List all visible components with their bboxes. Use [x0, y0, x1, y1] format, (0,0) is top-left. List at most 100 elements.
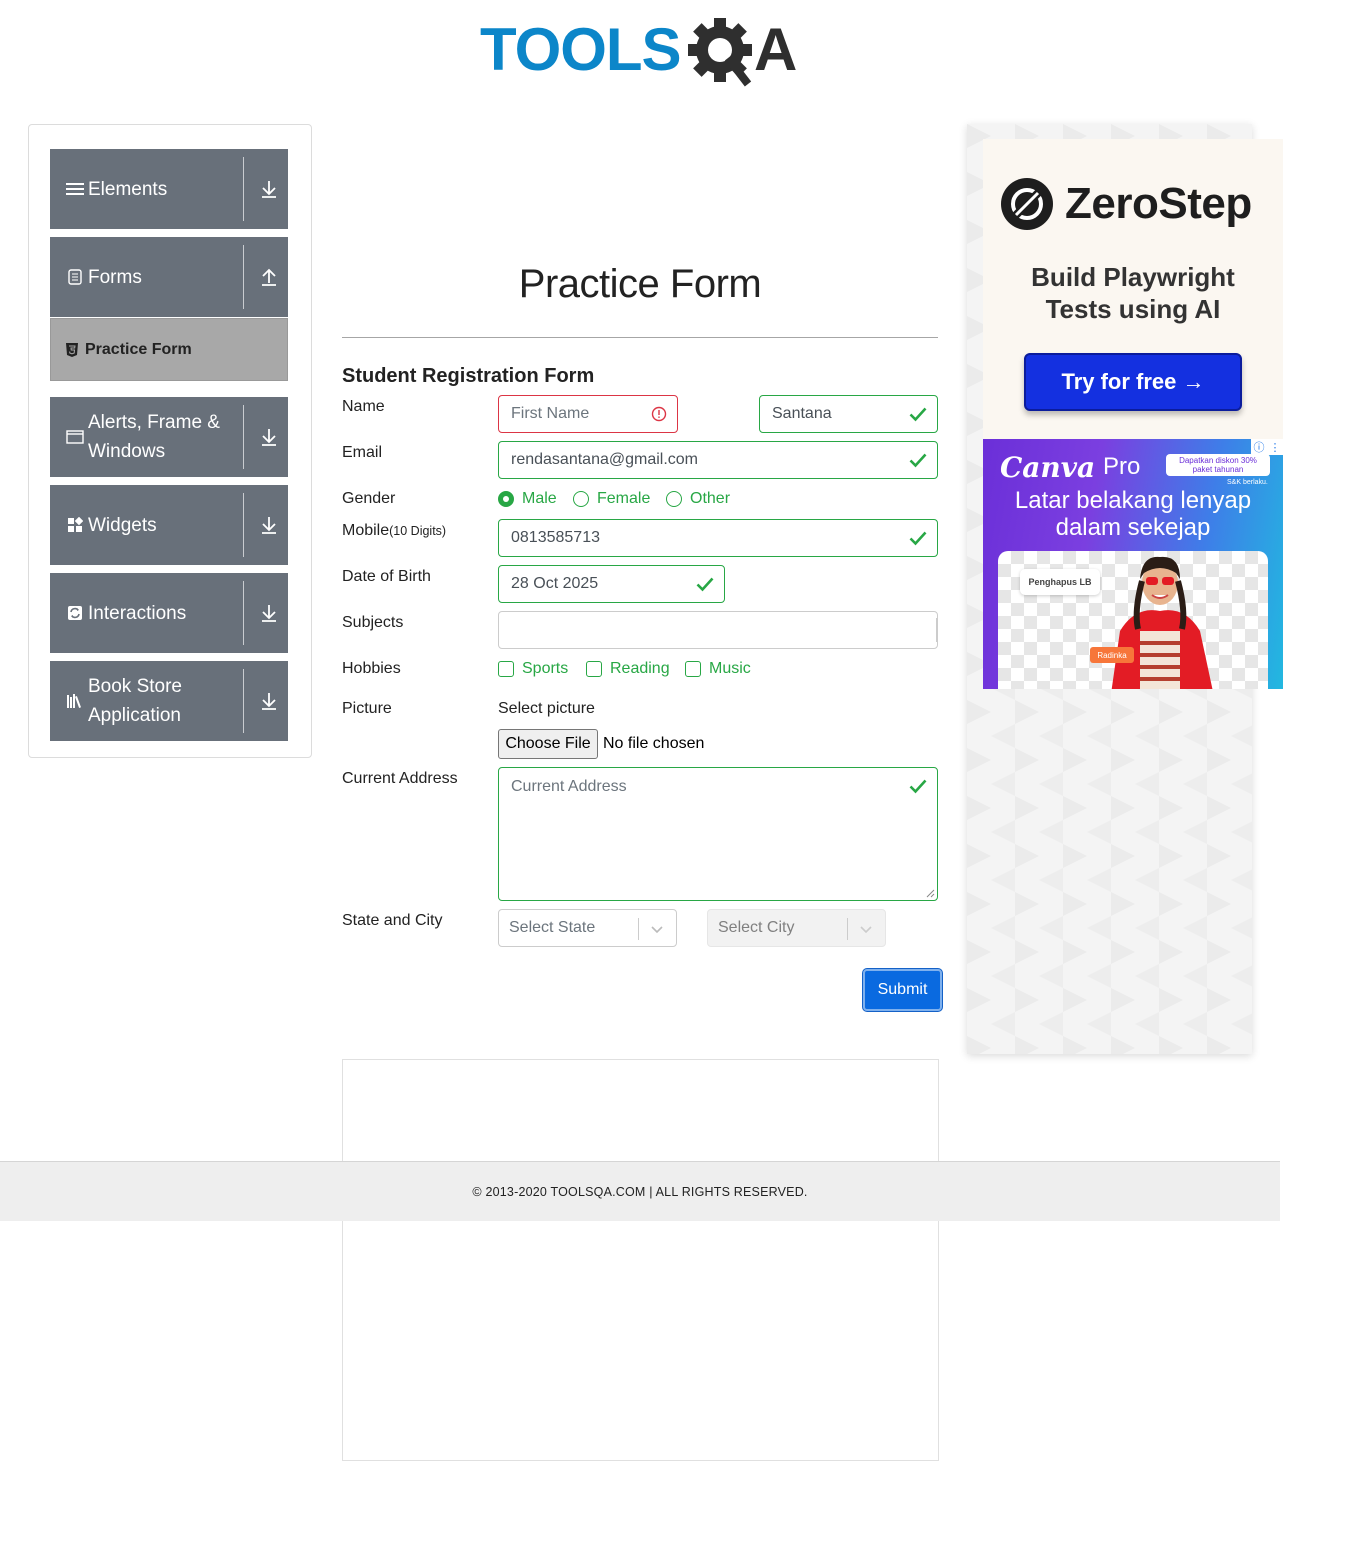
- name-tag: Radinka: [1090, 647, 1134, 663]
- copyright-text: © 2013-2020 TOOLSQA.COM | ALL RIGHTS RES…: [472, 1184, 808, 1199]
- hobby-checkbox-music[interactable]: Music: [685, 660, 751, 678]
- address-placeholder: Current Address: [511, 778, 627, 795]
- chevron-down-icon[interactable]: [650, 923, 664, 935]
- ad-choices[interactable]: ⓘ ⋮: [1251, 439, 1283, 455]
- submit-button[interactable]: Submit: [863, 969, 942, 1011]
- books-icon: [66, 692, 84, 710]
- checkbox[interactable]: [685, 661, 701, 677]
- logo-text-a: A: [754, 16, 797, 83]
- dob-label: Date of Birth: [342, 568, 431, 585]
- sidebar-group-widgets[interactable]: Widgets: [50, 485, 288, 565]
- check-icon: [909, 407, 927, 422]
- sidebar-group-label: Widgets: [88, 514, 157, 536]
- sidebar-group-label: Elements: [88, 178, 168, 200]
- gender-radio-male[interactable]: Male: [498, 490, 557, 508]
- sidebar: Elements Forms Practice Form Alerts, Fra…: [28, 124, 312, 758]
- hobby-checkbox-reading[interactable]: Reading: [586, 660, 670, 678]
- menu-lines-icon: [66, 180, 84, 198]
- download-arrow-icon[interactable]: [260, 603, 278, 623]
- checkbox-label: Music: [709, 660, 751, 677]
- state-select[interactable]: Select State: [498, 909, 677, 947]
- headline-line: dalam sekejap: [1055, 514, 1211, 541]
- sidebar-group-header[interactable]: Forms: [50, 237, 244, 317]
- radio-dot[interactable]: [573, 491, 589, 507]
- hobby-checkbox-sports[interactable]: Sports: [498, 660, 568, 678]
- sidebar-group-header[interactable]: Interactions: [50, 573, 244, 653]
- sidebar-group-elements[interactable]: Elements: [50, 149, 288, 229]
- sidebar-group-interactions[interactable]: Interactions: [50, 573, 288, 653]
- canva-product: Pro: [1103, 453, 1141, 480]
- check-icon: [696, 577, 714, 592]
- divider: [243, 493, 244, 557]
- choose-file-button[interactable]: Choose File: [498, 729, 598, 759]
- info-icon[interactable]: ⓘ: [1254, 439, 1265, 455]
- radio-dot[interactable]: [666, 491, 682, 507]
- picture-label: Picture: [342, 700, 392, 717]
- gender-radio-other[interactable]: Other: [666, 490, 730, 508]
- dob-input[interactable]: 28 Oct 2025: [498, 565, 725, 603]
- divider: [847, 918, 848, 940]
- state-placeholder: Select State: [509, 919, 596, 936]
- sidebar-group-label: Book Store Application: [88, 676, 182, 726]
- hobbies-label: Hobbies: [342, 660, 401, 677]
- gender-radio-female[interactable]: Female: [573, 490, 650, 508]
- sidebar-item-practice-form[interactable]: Practice Form: [50, 318, 288, 381]
- try-for-free-button[interactable]: Try for free →: [1024, 353, 1242, 411]
- divider: [243, 245, 244, 309]
- sidebar-group-alerts[interactable]: Alerts, Frame & Windows: [50, 397, 288, 477]
- email-label: Email: [342, 444, 383, 461]
- html5-icon: [66, 342, 78, 357]
- sidebar-group-header[interactable]: Widgets: [50, 485, 244, 565]
- sidebar-group-label: Interactions: [88, 602, 187, 624]
- headline-line: Latar belakang lenyap: [1014, 487, 1252, 514]
- sidebar-group-forms[interactable]: Forms: [50, 237, 288, 317]
- resize-handle-icon[interactable]: [926, 889, 935, 898]
- radio-label: Female: [597, 490, 651, 507]
- person-illustration: [1111, 556, 1213, 689]
- more-options-icon[interactable]: ⋮: [1270, 441, 1281, 454]
- sidebar-group-header[interactable]: Book Store Application: [50, 661, 244, 741]
- city-select[interactable]: Select City: [707, 909, 886, 947]
- download-arrow-icon[interactable]: [260, 179, 278, 199]
- checkbox[interactable]: [586, 661, 602, 677]
- sidebar-group-header[interactable]: Alerts, Frame & Windows: [50, 397, 244, 477]
- terms-text: S&K berlaku.: [1227, 479, 1268, 486]
- sidebar-group-header[interactable]: Elements: [50, 149, 244, 229]
- download-arrow-icon[interactable]: [260, 427, 278, 447]
- subjects-input[interactable]: [498, 611, 938, 649]
- toolsqa-logo[interactable]: TOOLS A: [480, 14, 806, 92]
- divider: [243, 581, 244, 645]
- mobile-input[interactable]: 0813585713: [498, 519, 938, 557]
- name-label: Name: [342, 398, 385, 415]
- check-icon: [909, 453, 927, 468]
- download-arrow-icon[interactable]: [260, 515, 278, 535]
- zerostep-ad[interactable]: ZeroStep Build Playwright Tests using AI…: [983, 139, 1283, 439]
- promo-badge: Dapatkan diskon 30% paket tahunan: [1166, 454, 1270, 476]
- canva-ad[interactable]: Canva Pro Dapatkan diskon 30% paket tahu…: [983, 439, 1283, 689]
- email-input[interactable]: rendasantana@gmail.com: [498, 441, 938, 479]
- mobile-label: Mobile(10 Digits): [342, 522, 446, 540]
- zerostep-name: ZeroStep: [1065, 179, 1252, 228]
- sidebar-group-book-store[interactable]: Book Store Application: [50, 661, 288, 741]
- address-label: Current Address: [342, 770, 458, 787]
- zerostep-logo-icon: [1001, 178, 1053, 230]
- sidebar-group-label: Alerts, Frame & Windows: [88, 412, 220, 462]
- last-name-input[interactable]: Santana: [759, 395, 938, 433]
- divider: [243, 669, 244, 733]
- gender-label: Gender: [342, 490, 396, 507]
- divider: [342, 337, 938, 338]
- radio-dot[interactable]: [498, 491, 514, 507]
- file-status: No file chosen: [603, 735, 705, 752]
- current-address-textarea[interactable]: Current Address: [498, 767, 938, 901]
- promo-line: Dapatkan diskon 30%: [1179, 456, 1257, 465]
- state-city-label: State and City: [342, 912, 443, 929]
- tagline-line: Tests using AI: [1045, 294, 1221, 324]
- download-arrow-icon[interactable]: [260, 691, 278, 711]
- mobile-label-text: Mobile: [342, 522, 390, 539]
- checkbox[interactable]: [498, 661, 514, 677]
- upload-arrow-icon[interactable]: [260, 267, 278, 287]
- first-name-input[interactable]: First Name: [498, 395, 678, 433]
- logo-text: TOOLS: [480, 16, 681, 83]
- chevron-down-icon[interactable]: [859, 923, 873, 935]
- check-icon: [909, 531, 927, 546]
